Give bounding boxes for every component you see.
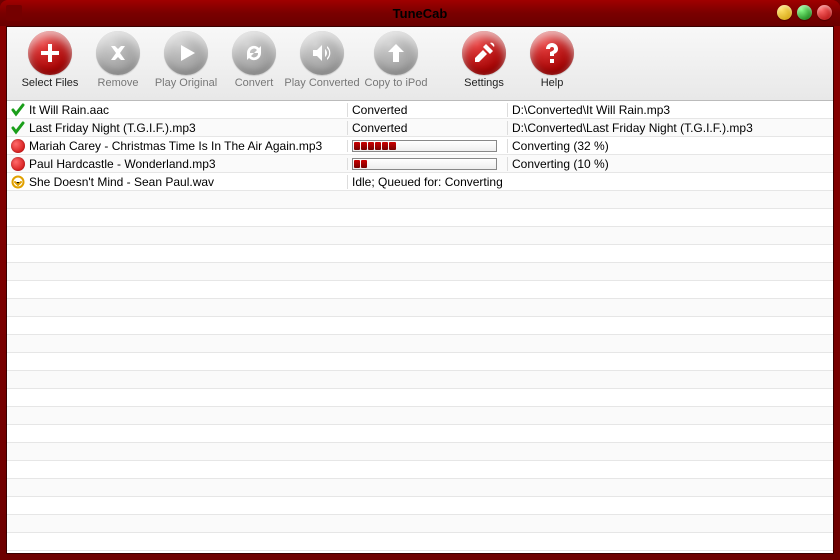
table-row[interactable] bbox=[7, 353, 833, 371]
maximize-button[interactable] bbox=[797, 5, 812, 20]
up-icon bbox=[374, 31, 418, 75]
status-text: Converted bbox=[347, 121, 507, 135]
toolbar-label: Remove bbox=[98, 77, 139, 89]
checkmark-icon bbox=[11, 103, 25, 117]
table-row[interactable] bbox=[7, 515, 833, 533]
remove-button: Remove bbox=[87, 31, 149, 89]
tools-icon bbox=[462, 31, 506, 75]
output-path: Converting (32 %) bbox=[507, 139, 833, 153]
help-button[interactable]: Help bbox=[521, 31, 583, 89]
table-row[interactable] bbox=[7, 425, 833, 443]
app-title: TuneCab bbox=[0, 6, 840, 21]
toolbar-label: Help bbox=[541, 77, 564, 89]
play-conv-button: Play Converted bbox=[285, 31, 359, 89]
close-button[interactable] bbox=[817, 5, 832, 20]
output-path: Converting (10 %) bbox=[507, 157, 833, 171]
table-row[interactable] bbox=[7, 461, 833, 479]
toolbar-label: Play Original bbox=[155, 77, 217, 89]
file-name: Paul Hardcastle - Wonderland.mp3 bbox=[29, 157, 216, 171]
window-controls bbox=[777, 5, 832, 20]
play-orig-button: Play Original bbox=[149, 31, 223, 89]
table-row[interactable]: It Will Rain.aac ConvertedD:\Converted\It… bbox=[7, 101, 833, 119]
toolbar-label: Copy to iPod bbox=[365, 77, 428, 89]
progress-bar bbox=[352, 140, 497, 152]
file-list[interactable]: It Will Rain.aac ConvertedD:\Converted\It… bbox=[7, 101, 833, 553]
queued-icon bbox=[11, 175, 25, 189]
cycle-icon bbox=[232, 31, 276, 75]
file-name: Last Friday Night (T.G.I.F.).mp3 bbox=[29, 121, 196, 135]
table-row[interactable] bbox=[7, 281, 833, 299]
table-row[interactable] bbox=[7, 389, 833, 407]
toolbar: Select Files Remove Play Original Convert Pl… bbox=[7, 27, 833, 101]
speaker-icon bbox=[300, 31, 344, 75]
titlebar[interactable]: TuneCab bbox=[0, 0, 840, 26]
table-row[interactable] bbox=[7, 371, 833, 389]
toolbar-label: Play Converted bbox=[284, 77, 359, 89]
file-name: Mariah Carey - Christmas Time Is In The … bbox=[29, 139, 322, 153]
toolbar-label: Settings bbox=[464, 77, 504, 89]
table-row[interactable] bbox=[7, 407, 833, 425]
status-text: Converted bbox=[347, 103, 507, 117]
question-icon bbox=[530, 31, 574, 75]
client-area: Select Files Remove Play Original Convert Pl… bbox=[6, 26, 834, 554]
table-row[interactable] bbox=[7, 299, 833, 317]
toolbar-label: Select Files bbox=[22, 77, 79, 89]
busy-icon bbox=[11, 157, 25, 171]
checkmark-icon bbox=[11, 121, 25, 135]
output-path: D:\Converted\It Will Rain.mp3 bbox=[507, 103, 833, 117]
table-row[interactable]: Last Friday Night (T.G.I.F.).mp3 Converte… bbox=[7, 119, 833, 137]
table-row[interactable] bbox=[7, 227, 833, 245]
table-row[interactable]: Paul Hardcastle - Wonderland.mp3 Converti… bbox=[7, 155, 833, 173]
progress-bar bbox=[352, 158, 497, 170]
table-row[interactable] bbox=[7, 191, 833, 209]
select-files-button[interactable]: Select Files bbox=[13, 31, 87, 89]
copy-ipod-button: Copy to iPod bbox=[359, 31, 433, 89]
status-text: Idle; Queued for: Converting bbox=[347, 175, 503, 189]
table-row[interactable] bbox=[7, 263, 833, 281]
plus-icon bbox=[28, 31, 72, 75]
table-row[interactable] bbox=[7, 443, 833, 461]
play-icon bbox=[164, 31, 208, 75]
file-name: She Doesn't Mind - Sean Paul.wav bbox=[29, 175, 214, 189]
table-row[interactable]: She Doesn't Mind - Sean Paul.wav Idle; Qu… bbox=[7, 173, 833, 191]
x-icon bbox=[96, 31, 140, 75]
table-row[interactable] bbox=[7, 209, 833, 227]
table-row[interactable] bbox=[7, 479, 833, 497]
minimize-button[interactable] bbox=[777, 5, 792, 20]
settings-button[interactable]: Settings bbox=[447, 31, 521, 89]
table-row[interactable] bbox=[7, 335, 833, 353]
file-name: It Will Rain.aac bbox=[29, 103, 109, 117]
output-path: D:\Converted\Last Friday Night (T.G.I.F.… bbox=[507, 121, 833, 135]
busy-icon bbox=[11, 139, 25, 153]
table-row[interactable] bbox=[7, 497, 833, 515]
table-row[interactable] bbox=[7, 533, 833, 551]
toolbar-label: Convert bbox=[235, 77, 274, 89]
convert-button: Convert bbox=[223, 31, 285, 89]
app-window: TuneCab Select Files Remove Play Original C… bbox=[0, 0, 840, 560]
table-row[interactable] bbox=[7, 245, 833, 263]
table-row[interactable] bbox=[7, 317, 833, 335]
table-row[interactable]: Mariah Carey - Christmas Time Is In The … bbox=[7, 137, 833, 155]
